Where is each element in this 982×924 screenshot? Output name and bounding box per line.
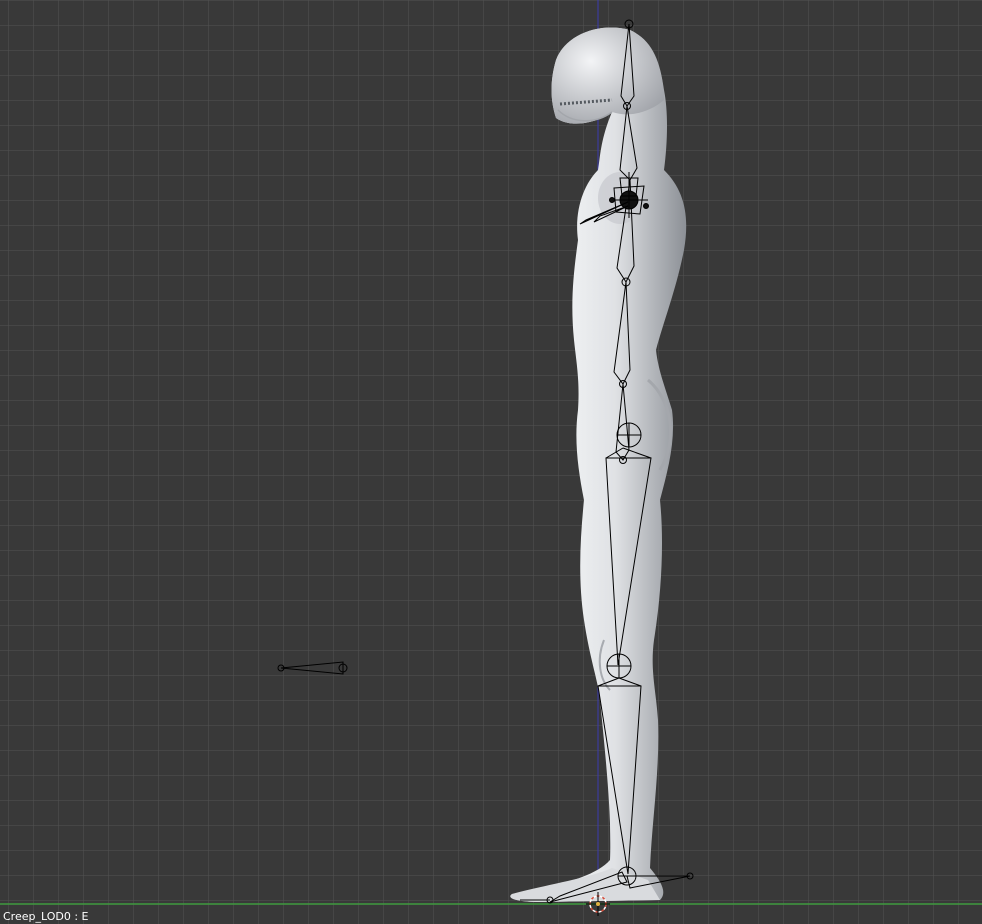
3d-viewport[interactable]: Creep_LOD0 : E bbox=[0, 0, 982, 924]
viewport-scene[interactable] bbox=[0, 0, 982, 924]
active-object-label: Creep_LOD0 : E bbox=[3, 910, 89, 923]
bone-detached[interactable] bbox=[280, 661, 344, 675]
head bbox=[551, 27, 664, 124]
